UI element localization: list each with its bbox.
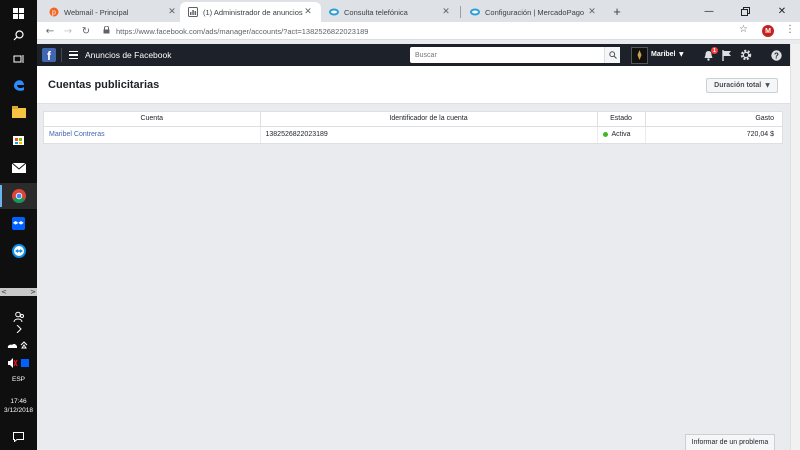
search-box (410, 47, 620, 63)
tab-facebook-ads[interactable]: (1) Administrador de anuncios: cu ✕ (180, 2, 321, 22)
close-icon[interactable]: ✕ (303, 7, 313, 17)
reload-icon[interactable]: ↻ (79, 24, 93, 38)
flag-icon[interactable] (720, 48, 734, 62)
forward-icon[interactable]: → (61, 24, 75, 38)
search-button[interactable] (604, 47, 620, 63)
page-header: Cuentas publicitarias Duración total ▼ (37, 66, 790, 104)
close-icon[interactable]: ✕ (441, 7, 451, 17)
page-scrollbar[interactable] (790, 44, 800, 450)
clock-time[interactable]: 17:46 (0, 398, 37, 406)
scroll-right-icon[interactable]: > (30, 288, 36, 296)
tab-title: (1) Administrador de anuncios: cu (203, 7, 303, 17)
accounts-table: Cuenta Identificador de la cuenta Estado… (43, 111, 783, 144)
page-title: Cuentas publicitarias (48, 79, 160, 91)
onedrive-wifi-icons[interactable] (0, 338, 37, 352)
facebook-header: f Anuncios de Facebook Maribel ▼ 1 ? (37, 44, 790, 66)
facebook-ads-icon (188, 7, 198, 17)
app-title[interactable]: Anuncios de Facebook (85, 50, 171, 60)
scroll-left-icon[interactable]: < (1, 288, 7, 296)
gear-icon[interactable] (739, 48, 753, 62)
notification-badge: 1 (711, 47, 718, 54)
chevron-down-icon[interactable]: ▼ (679, 51, 684, 58)
tab-title: Consulta telefónica (344, 7, 408, 17)
column-header-gasto[interactable]: Gasto (645, 112, 782, 127)
restore-icon[interactable] (727, 0, 763, 22)
browser-tabstrip: p Webmail - Principal ✕ (1) Administrado… (37, 0, 800, 22)
tab-webmail[interactable]: p Webmail - Principal ✕ (41, 2, 185, 22)
chevron-right-icon[interactable] (0, 322, 37, 336)
account-id-cell: 1382526822023189 (260, 126, 598, 143)
browser-toolbar: ← → ↻ https://www.facebook.com/ads/manag… (37, 22, 800, 40)
hamburger-menu-icon[interactable] (69, 51, 78, 59)
back-icon[interactable]: ← (43, 24, 57, 38)
spend-cell: 720,04 $ (746, 131, 774, 139)
mail-icon[interactable] (0, 155, 37, 181)
tab-title: Webmail - Principal (64, 7, 129, 17)
minimize-icon[interactable]: — (691, 0, 727, 22)
search-icon[interactable] (0, 22, 37, 48)
user-name[interactable]: Maribel (651, 51, 676, 58)
search-icon (608, 51, 617, 59)
column-header-cuenta[interactable]: Cuenta (44, 112, 261, 127)
close-icon[interactable]: ✕ (587, 7, 597, 17)
phone-icon (329, 7, 339, 17)
lock-icon (103, 25, 110, 36)
tab-consulta-telefonica[interactable]: Consulta telefónica ✕ (321, 2, 459, 22)
duration-dropdown[interactable]: Duración total ▼ (706, 78, 778, 93)
webmail-icon: p (49, 7, 59, 17)
task-view-icon[interactable] (0, 46, 37, 72)
table-row[interactable]: Maribel Contreras 1382526822023189 Activ… (44, 126, 782, 143)
teamviewer-icon[interactable] (0, 238, 37, 264)
search-input[interactable] (410, 47, 604, 63)
status-cell: Activa (597, 126, 646, 143)
caret-down-icon: ▼ (765, 82, 770, 89)
action-center-icon[interactable] (0, 424, 37, 450)
taskbar-scroll[interactable]: < > (0, 288, 37, 296)
table-header-row: Cuenta Identificador de la cuenta Estado… (44, 112, 782, 127)
address-bar[interactable]: https://www.facebook.com/ads/manager/acc… (103, 24, 663, 38)
profile-picture[interactable] (631, 47, 648, 64)
help-icon[interactable]: ? (769, 48, 783, 62)
chrome-icon[interactable] (0, 183, 37, 209)
url-text[interactable]: https://www.facebook.com/ads/manager/acc… (116, 27, 368, 36)
close-window-icon[interactable]: ✕ (764, 0, 800, 22)
facebook-logo-icon[interactable]: f (42, 48, 56, 62)
clock-date[interactable]: 3/12/2018 (0, 407, 37, 415)
file-explorer-icon[interactable] (0, 99, 37, 125)
account-name-link[interactable]: Maribel Contreras (49, 131, 105, 138)
bookmark-star-icon[interactable]: ☆ (739, 24, 748, 35)
duration-label: Duración total (714, 82, 762, 89)
tab-separator (460, 6, 461, 18)
windows-taskbar: < > ESP 17:46 3/12/2018 (0, 0, 37, 450)
column-header-estado[interactable]: Estado (597, 112, 646, 127)
close-icon[interactable]: ✕ (167, 7, 177, 17)
volume-dropbox-icons[interactable] (0, 356, 37, 370)
tab-mercadopago[interactable]: Configuración | MercadoPago ✕ (462, 2, 605, 22)
tab-title: Configuración | MercadoPago (485, 7, 585, 17)
mercadopago-icon (470, 7, 480, 17)
new-tab-button[interactable]: + (608, 3, 626, 19)
language-indicator[interactable]: ESP (0, 376, 37, 384)
dropbox-icon[interactable] (0, 210, 37, 236)
svg-text:?: ? (774, 51, 779, 60)
edge-icon[interactable] (0, 72, 37, 98)
status-dot-icon (602, 131, 608, 137)
column-header-identificador[interactable]: Identificador de la cuenta (260, 112, 598, 127)
svg-text:p: p (52, 10, 56, 17)
status-text: Activa (611, 131, 631, 139)
store-icon[interactable] (0, 126, 37, 152)
chrome-menu-icon[interactable]: ⋮ (785, 24, 795, 35)
report-problem-button[interactable]: Informar de un problema (685, 434, 775, 450)
profile-avatar[interactable]: M (762, 25, 774, 37)
header-divider (61, 48, 62, 62)
account-name-cell: Maribel Contreras (44, 126, 261, 143)
